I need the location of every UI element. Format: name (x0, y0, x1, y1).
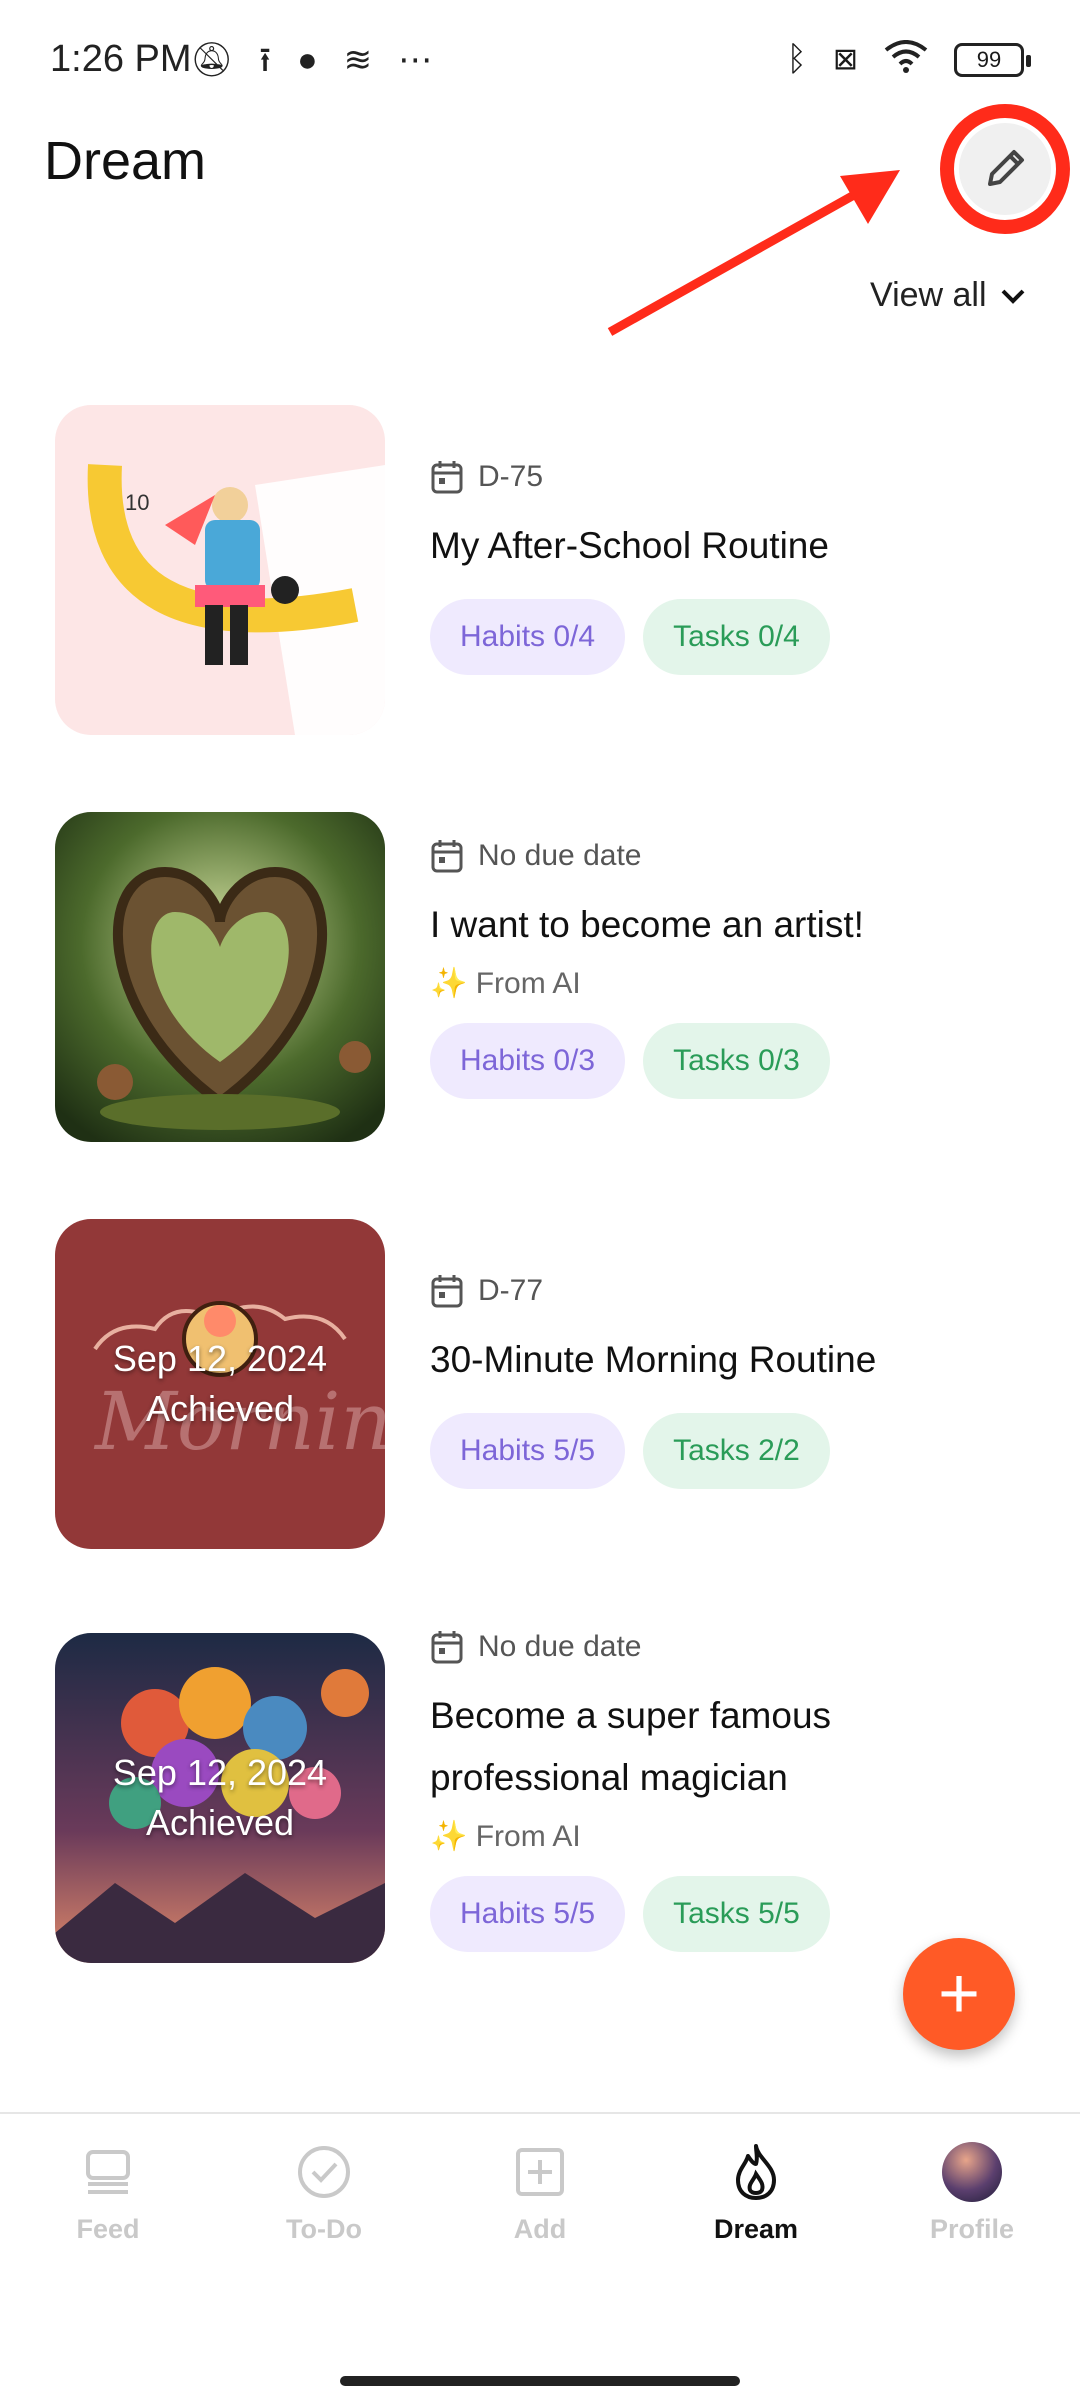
dream-info: No due date I want to become an artist! … (430, 834, 864, 1099)
dream-title: I want to become an artist! (430, 904, 864, 945)
sim-off-icon: ⊠ (832, 43, 858, 76)
dream-title: Become a super famous professional magic… (430, 1685, 831, 1809)
dream-info: D-75 My After-School Routine Habits 0/4 … (430, 455, 830, 675)
due-label: D-77 (478, 1274, 544, 1307)
nav-label: Profile (929, 2214, 1015, 2244)
due-row: No due date (430, 834, 864, 878)
view-all-label: View all (870, 276, 987, 314)
edit-button-bg (959, 123, 1051, 215)
dream-item[interactable]: Morning Sep 12, 2024 Achieved D-77 30-Mi… (0, 1219, 1080, 1579)
due-row: No due date (430, 1625, 831, 1669)
nav-item-profile[interactable]: Profile (864, 2114, 1080, 2312)
due-row: D-77 (430, 1269, 876, 1313)
upload-icon: ⭱ (259, 41, 272, 79)
status-left-icons: 🔕︎ ⭱ ● ≋ ⋯ (190, 36, 432, 84)
dream-title: My After-School Routine (430, 525, 829, 566)
from-ai-label: ✨ From AI (430, 967, 581, 1000)
view-all-dropdown[interactable]: View all (870, 276, 1027, 315)
due-label: No due date (478, 1630, 642, 1663)
habits-chip: Habits 0/4 (430, 599, 626, 675)
achieved-label: Achieved (145, 1388, 295, 1429)
dream-item[interactable]: Sep 12, 2024 Achieved No due date Become… (0, 1630, 1080, 1993)
nav-label: Dream (713, 2214, 799, 2244)
dream-item[interactable]: No due date I want to become an artist! … (0, 812, 1080, 1172)
due-row: D-75 (430, 455, 830, 499)
habits-chip: Habits 5/5 (430, 1876, 626, 1952)
from-ai-label: ✨ From AI (430, 1820, 581, 1853)
dream-thumbnail: Sep 12, 2024 Achieved (55, 1633, 385, 1963)
dream-thumbnail: 10 (55, 405, 385, 735)
annotation-arrow (607, 170, 900, 336)
habits-chip: Habits 5/5 (430, 1413, 626, 1489)
plus-icon: + (937, 1954, 981, 2034)
dream-item[interactable]: 10 D-75 My After-School Routine Habits 0… (0, 405, 1080, 765)
tasks-chip: Tasks 0/3 (643, 1023, 830, 1099)
achieved-overlay: Sep 12, 2024 Achieved (55, 1633, 385, 1963)
app-icon: ● (297, 41, 318, 79)
page-title: Dream (44, 131, 207, 191)
pencil-icon (988, 150, 1024, 186)
chevron-down-icon (1001, 289, 1024, 304)
dream-chips: Habits 5/5 Tasks 2/2 (430, 1413, 876, 1489)
feed-icon (78, 2142, 138, 2202)
dream-chips: Habits 0/4 Tasks 0/4 (430, 599, 830, 675)
flame-icon (726, 2142, 786, 2202)
due-label: D-75 (478, 460, 544, 493)
status-right-icons: ᛒ ⊠ 99 (786, 40, 1031, 79)
habits-chip: Habits 0/3 (430, 1023, 626, 1099)
dream-title-line: Become a super famous (430, 1695, 832, 1736)
battery-icon: 99 (954, 42, 1031, 77)
wifi-icon (884, 40, 928, 79)
add-square-icon (510, 2142, 570, 2202)
calendar-icon (431, 1631, 463, 1664)
bluetooth-icon: ᛒ (786, 40, 807, 78)
tasks-chip: Tasks 5/5 (643, 1876, 830, 1952)
more-icon: ⋯ (398, 41, 433, 79)
dream-thumbnail (55, 812, 385, 1142)
dream-title: 30-Minute Morning Routine (430, 1339, 877, 1380)
nav-item-feed[interactable]: Feed (0, 2114, 216, 2312)
calendar-icon (431, 1275, 463, 1308)
achieved-label: Achieved (145, 1802, 295, 1843)
dream-thumbnail: Morning Sep 12, 2024 Achieved (55, 1219, 385, 1549)
achieved-overlay: Sep 12, 2024 Achieved (55, 1219, 385, 1549)
tasks-chip: Tasks 2/2 (643, 1413, 830, 1489)
calendar-icon (431, 840, 463, 873)
achieved-date: Sep 12, 2024 (112, 1338, 328, 1379)
nav-label: Feed (76, 2214, 140, 2244)
calendar-icon (431, 461, 463, 494)
dream-info: No due date Become a super famous profes… (430, 1625, 831, 1952)
status-bar: 1:26 PM 🔕︎ ⭱ ● ≋ ⋯ ᛒ ⊠ 99 (0, 0, 1080, 120)
nav-label: Add (513, 2214, 567, 2244)
edit-button[interactable] (940, 104, 1070, 234)
tasks-chip: Tasks 0/4 (643, 599, 830, 675)
nav-item-todo[interactable]: To-Do (216, 2114, 432, 2312)
nav-item-dream[interactable]: Dream (648, 2114, 864, 2312)
svg-text:10: 10 (125, 490, 149, 515)
add-dream-fab[interactable]: + (903, 1938, 1015, 2050)
home-indicator[interactable] (340, 2376, 740, 2386)
nav-item-add[interactable]: Add (432, 2114, 648, 2312)
status-time: 1:26 PM (50, 38, 192, 80)
dream-chips: Habits 5/5 Tasks 5/5 (430, 1876, 831, 1952)
bell-off-icon: 🔕︎ (190, 41, 234, 79)
layers-icon: ≋ (343, 41, 373, 79)
nav-label: To-Do (286, 2214, 362, 2244)
due-label: No due date (478, 839, 642, 872)
achieved-date: Sep 12, 2024 (112, 1752, 328, 1793)
dream-chips: Habits 0/3 Tasks 0/3 (430, 1023, 864, 1099)
bottom-nav: Feed To-Do Add Dream Profile (0, 2112, 1080, 2312)
todo-check-icon (294, 2142, 354, 2202)
avatar (942, 2142, 1002, 2202)
dream-info: D-77 30-Minute Morning Routine Habits 5/… (430, 1269, 876, 1489)
dream-title-line: professional magician (430, 1757, 788, 1798)
